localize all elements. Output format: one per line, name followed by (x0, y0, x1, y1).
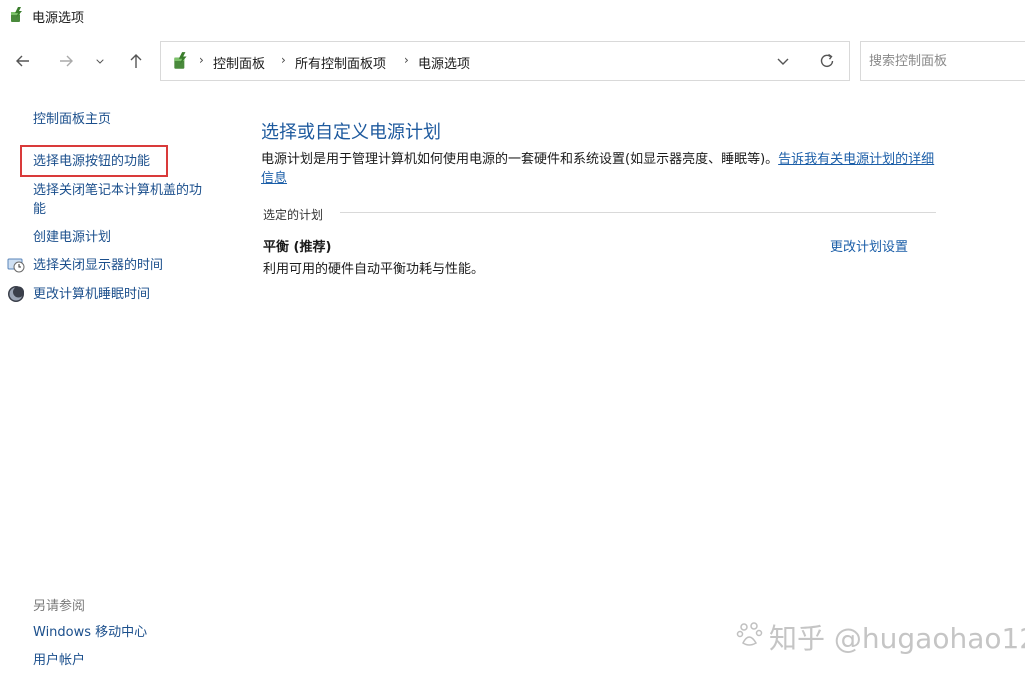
monitor-clock-icon (7, 258, 25, 273)
power-options-icon (11, 7, 22, 22)
chevron-down-icon (96, 59, 104, 64)
arrow-left-icon (16, 55, 29, 67)
address-bar[interactable]: › 控制面板 › 所有控制面板项 › 电源选项 (160, 41, 850, 81)
arrow-up-icon (130, 54, 142, 68)
sidebar-item-power-button[interactable]: 选择电源按钮的功能 (33, 152, 150, 171)
page-title: 选择或自定义电源计划 (261, 122, 441, 143)
sidebar-item-create-plan[interactable]: 创建电源计划 (33, 228, 111, 247)
description-text: 电源计划是用于管理计算机如何使用电源的一套硬件和系统设置(如显示器亮度、睡眠等)… (261, 152, 779, 167)
breadcrumb-control-panel[interactable]: 控制面板 (213, 53, 265, 72)
see-also-heading: 另请参阅 (33, 599, 86, 614)
selected-plan-heading: 选定的计划 (263, 208, 324, 222)
sidebar-home-link[interactable]: 控制面板主页 (33, 110, 111, 129)
breadcrumb-separator: › (199, 53, 204, 67)
arrow-right-icon (60, 55, 73, 67)
watermark: 知乎 @hugaohao123 (735, 613, 1025, 657)
search-input[interactable] (869, 52, 1019, 70)
search-box[interactable] (860, 41, 1025, 81)
paw-logo-icon (736, 622, 763, 646)
forward-button[interactable] (55, 50, 77, 72)
see-also-mobility-center[interactable]: Windows 移动中心 (33, 623, 147, 642)
refresh-icon[interactable] (818, 52, 836, 70)
breadcrumb-power-options[interactable]: 电源选项 (418, 53, 470, 72)
moon-sleep-icon (8, 286, 24, 302)
back-button[interactable] (12, 50, 34, 72)
plan-name: 平衡 (推荐) (263, 240, 332, 255)
up-button[interactable] (125, 50, 147, 72)
chevron-down-icon[interactable] (776, 54, 790, 68)
watermark-text: 知乎 @hugaohao123 (769, 622, 1025, 655)
sidebar-item-sleep-time[interactable]: 更改计算机睡眠时间 (33, 285, 150, 304)
title-bar: 电源选项 (0, 0, 1025, 32)
sidebar-item-display-off[interactable]: 选择关闭显示器的时间 (33, 256, 163, 275)
plan-description: 利用可用的硬件自动平衡功耗与性能。 (263, 262, 485, 277)
change-plan-settings-link[interactable]: 更改计划设置 (830, 236, 908, 255)
sidebar-item-lid-close[interactable]: 选择关闭笔记本计算机盖的功 能 (33, 181, 202, 219)
recent-locations-button[interactable] (92, 50, 108, 72)
page-description: 电源计划是用于管理计算机如何使用电源的一套硬件和系统设置(如显示器亮度、睡眠等)… (261, 150, 941, 188)
sidebar-item-lid-close-line1: 选择关闭笔记本计算机盖的功 (33, 183, 203, 198)
window-title: 电源选项 (32, 11, 85, 26)
section-divider (340, 212, 936, 213)
sidebar-item-lid-close-line2: 能 (33, 202, 47, 217)
power-options-icon (174, 52, 187, 69)
see-also-user-accounts[interactable]: 用户帐户 (33, 651, 85, 670)
breadcrumb-separator: › (281, 53, 286, 67)
breadcrumb-separator: › (404, 53, 409, 67)
breadcrumb-all-items[interactable]: 所有控制面板项 (295, 53, 386, 72)
